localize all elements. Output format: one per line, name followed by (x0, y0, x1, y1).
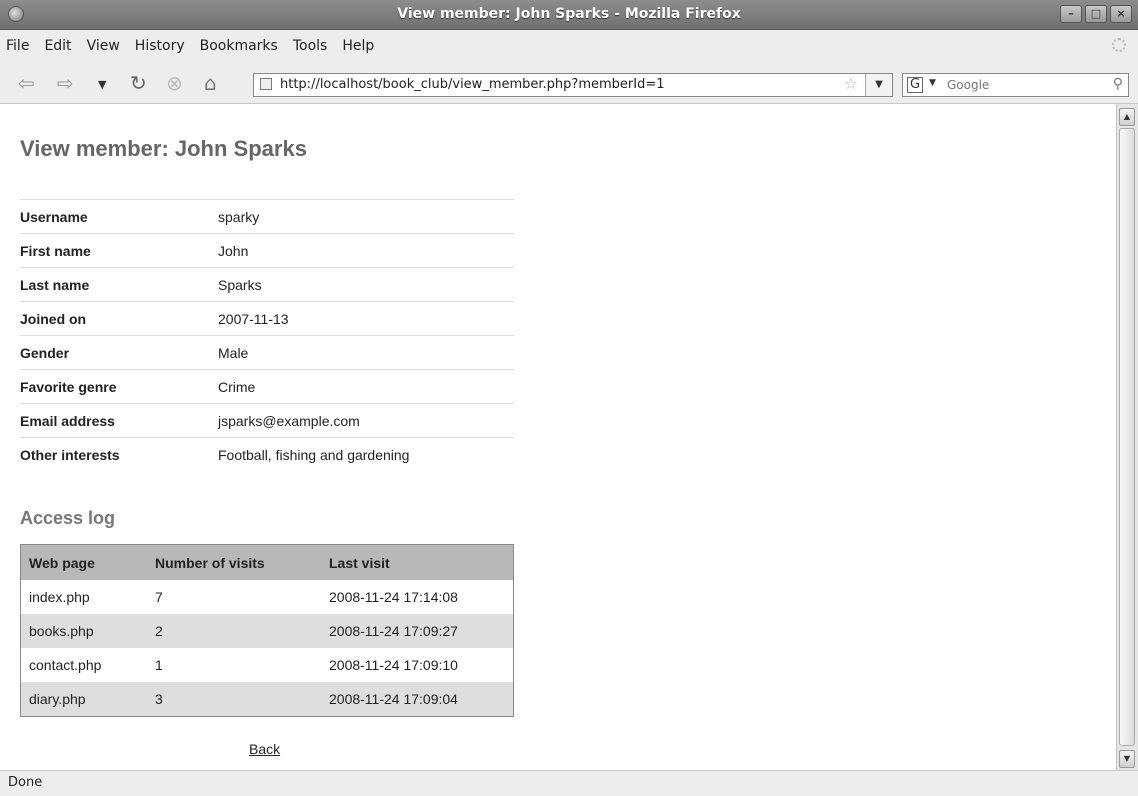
detail-value: 2007-11-13 (218, 301, 514, 336)
detail-value: sparky (218, 199, 514, 234)
log-visits: 7 (155, 589, 163, 605)
col-number-of-visits: Number of visits (147, 544, 321, 580)
back-arrow-icon[interactable]: ⇦ (18, 71, 35, 95)
throbber-icon (1112, 38, 1126, 52)
detail-label: Email address (20, 403, 218, 438)
detail-row: Favorite genre Crime (20, 369, 514, 404)
detail-value: Male (218, 335, 514, 370)
menu-help[interactable]: Help (342, 38, 374, 54)
log-row: books.php 2 2008-11-24 17:09:27 (20, 614, 514, 648)
detail-row: First name John (20, 233, 514, 268)
bookmark-star-icon[interactable]: ☆ (844, 74, 858, 93)
menu-file[interactable]: File (6, 38, 29, 54)
detail-value: jsparks@example.com (218, 403, 514, 438)
detail-value: Sparks (218, 267, 514, 302)
search-icon[interactable]: ⚲ (1113, 76, 1123, 92)
close-button[interactable]: × (1110, 5, 1132, 23)
detail-value: John (218, 233, 514, 268)
window-title: View member: John Sparks - Mozilla Firef… (397, 6, 741, 22)
page-content: View member: John Sparks Username sparky… (0, 104, 1116, 770)
detail-label: Gender (20, 335, 218, 370)
detail-row: Username sparky (20, 199, 514, 234)
back-link[interactable]: Back (249, 741, 280, 757)
log-visits: 2 (147, 614, 321, 648)
detail-label: Username (20, 199, 218, 234)
menu-bookmarks[interactable]: Bookmarks (200, 38, 278, 54)
stop-icon[interactable]: ⊗ (166, 71, 183, 95)
log-row: contact.php 1 2008-11-24 17:09:10 (21, 648, 514, 682)
log-row: index.php 7 2008-11-24 17:14:08 (21, 580, 514, 614)
log-page: books.php (20, 614, 147, 648)
search-engine-icon[interactable]: G (907, 77, 924, 93)
status-bar: Done (0, 770, 1138, 796)
status-text: Done (8, 775, 43, 790)
member-details-table: Username sparky First name John Last nam… (20, 199, 514, 471)
detail-value: Crime (218, 369, 514, 404)
window-controls: – □ × (1060, 5, 1132, 23)
reload-icon[interactable]: ↻ (130, 71, 147, 95)
access-log-table: Web page Number of visits Last visit ind… (20, 544, 514, 717)
menu-tools[interactable]: Tools (293, 38, 328, 54)
scrollbar-thumb[interactable] (1119, 128, 1135, 746)
search-input[interactable] (947, 76, 1097, 94)
detail-row: Email address jsparks@example.com (20, 403, 514, 438)
detail-label: Joined on (20, 301, 218, 336)
col-web-page: Web page (20, 544, 147, 580)
forward-arrow-icon[interactable]: ⇨ (57, 71, 74, 95)
detail-row: Last name Sparks (20, 267, 514, 302)
menu-history[interactable]: History (135, 38, 185, 54)
url-bar[interactable]: http://localhost/book_club/view_member.p… (253, 73, 893, 97)
detail-label: Last name (20, 267, 218, 302)
url-dropdown-button[interactable]: ▼ (865, 74, 892, 96)
log-last-visit: 2008-11-24 17:09:27 (321, 614, 514, 648)
log-last-visit: 2008-11-24 17:09:04 (321, 682, 514, 717)
home-icon[interactable]: ⌂ (204, 71, 217, 95)
log-last-visit: 2008-11-24 17:09:10 (329, 657, 458, 673)
access-log-heading: Access log (20, 508, 116, 528)
detail-row: Other interests Football, fishing and ga… (20, 437, 514, 471)
detail-label: Other interests (20, 437, 218, 471)
log-page: diary.php (20, 682, 147, 717)
vertical-scrollbar[interactable]: ▲ ▼ (1116, 104, 1138, 770)
menu-bar: File Edit View History Bookmarks Tools H… (0, 30, 1138, 62)
title-bar: View member: John Sparks - Mozilla Firef… (0, 0, 1138, 30)
log-last-visit: 2008-11-24 17:14:08 (329, 589, 458, 605)
search-box[interactable]: G ▼ ⚲ (902, 73, 1129, 97)
log-visits: 3 (147, 682, 321, 717)
scroll-up-arrow-icon[interactable]: ▲ (1119, 108, 1135, 126)
history-dropdown-icon[interactable]: ▼ (98, 78, 106, 91)
site-icon (260, 78, 272, 90)
maximize-button[interactable]: □ (1085, 5, 1107, 23)
menu-view[interactable]: View (87, 38, 120, 54)
menu-edit[interactable]: Edit (44, 38, 71, 54)
navigation-toolbar: ⇦ ⇨ ▼ ↻ ⊗ ⌂ http://localhost/book_club/v… (0, 62, 1138, 104)
log-header-row: Web page Number of visits Last visit (20, 544, 514, 580)
detail-row: Gender Male (20, 335, 514, 370)
scroll-down-arrow-icon[interactable]: ▼ (1119, 750, 1135, 768)
log-row: diary.php 3 2008-11-24 17:09:04 (20, 682, 514, 717)
log-page: contact.php (29, 657, 102, 673)
detail-row: Joined on 2007-11-13 (20, 301, 514, 336)
page-title: View member: John Sparks (20, 136, 307, 161)
detail-value: Football, fishing and gardening (218, 437, 514, 471)
log-visits: 1 (155, 657, 163, 673)
detail-label: Favorite genre (20, 369, 218, 404)
log-page: index.php (29, 589, 90, 605)
minimize-button[interactable]: – (1060, 5, 1082, 23)
detail-label: First name (20, 233, 218, 268)
col-last-visit: Last visit (321, 544, 514, 580)
url-text[interactable]: http://localhost/book_club/view_member.p… (280, 77, 664, 92)
search-engine-dropdown-icon[interactable]: ▼ (929, 78, 936, 88)
